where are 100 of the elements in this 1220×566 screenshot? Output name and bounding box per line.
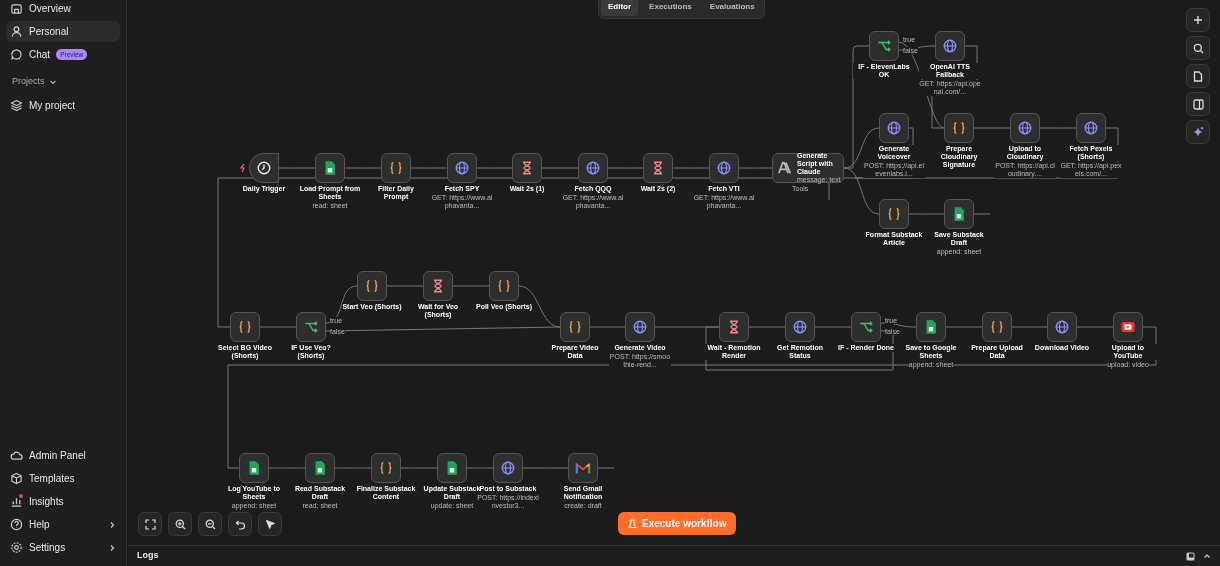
workflow-node[interactable]	[357, 271, 387, 301]
workflow-node[interactable]	[916, 312, 946, 342]
workflow-node[interactable]	[935, 31, 965, 61]
workflow-node[interactable]	[944, 199, 974, 229]
workflow-node[interactable]	[239, 453, 269, 483]
workflow-node[interactable]	[381, 153, 411, 183]
search-button[interactable]	[1186, 36, 1210, 60]
search-icon	[1192, 42, 1204, 54]
cloud-icon	[10, 449, 23, 462]
chat-icon	[10, 48, 23, 61]
envelope-m-icon	[575, 460, 591, 476]
braces-icon	[886, 206, 902, 222]
workflow-node[interactable]	[568, 453, 598, 483]
zoom-in-button[interactable]	[168, 512, 192, 536]
workflow-node[interactable]	[371, 453, 401, 483]
workflow-node[interactable]	[1113, 312, 1143, 342]
chevron-up-icon[interactable]	[1203, 552, 1211, 560]
view-tab[interactable]: Executions	[642, 0, 699, 16]
workflow-node[interactable]	[709, 153, 739, 183]
fit-view-button[interactable]	[138, 512, 162, 536]
project-item[interactable]: My project	[6, 95, 120, 116]
pop-out-icon[interactable]	[1186, 551, 1195, 561]
workflow-node[interactable]	[315, 153, 345, 183]
workflow-node[interactable]	[437, 453, 467, 483]
workflow-node[interactable]	[560, 312, 590, 342]
fit-view-icon	[144, 518, 156, 530]
globe-icon	[632, 319, 648, 335]
workflow-node[interactable]	[982, 312, 1012, 342]
cursor-icon	[264, 518, 276, 530]
braces-icon	[364, 278, 380, 294]
branch-arrows-icon	[876, 38, 892, 54]
braces-icon	[989, 319, 1005, 335]
document-icon	[1193, 70, 1203, 82]
sidebar-item[interactable]: Settings	[6, 537, 120, 558]
workflow-node[interactable]	[785, 312, 815, 342]
sparkle-icon	[1192, 126, 1204, 138]
globe-icon	[585, 160, 601, 176]
chevron-down-icon[interactable]	[48, 78, 57, 86]
sticky-note-button[interactable]	[1186, 64, 1210, 88]
pointer-tool-button[interactable]	[258, 512, 282, 536]
logs-title[interactable]: Logs	[137, 549, 159, 563]
home-icon	[10, 2, 23, 15]
branch-arrows-icon	[303, 319, 319, 335]
sidebar-item[interactable]: Templates	[6, 468, 120, 489]
braces-icon	[388, 160, 404, 176]
side-panel-icon	[1192, 98, 1204, 110]
chart-icon	[10, 495, 23, 508]
chevron-right-icon	[108, 520, 116, 529]
workflow-node[interactable]	[230, 312, 260, 342]
sidebar-item[interactable]: Overview	[6, 0, 120, 19]
workflow-node[interactable]	[512, 153, 542, 183]
workflow-node[interactable]	[249, 153, 279, 183]
workflow-node[interactable]	[719, 312, 749, 342]
view-tab[interactable]: Editor	[601, 0, 639, 16]
workflow-node[interactable]	[643, 153, 673, 183]
workflow-node[interactable]	[869, 31, 899, 61]
workflow-node[interactable]	[489, 271, 519, 301]
zoom-out-button[interactable]	[198, 512, 222, 536]
workflow-node[interactable]	[851, 312, 881, 342]
workflow-node[interactable]	[879, 199, 909, 229]
ai-assistant-button[interactable]	[1186, 120, 1210, 144]
panel-toggle-button[interactable]	[1186, 92, 1210, 116]
globe-icon	[1083, 120, 1099, 136]
sidebar-item[interactable]: Personal	[6, 21, 120, 42]
view-tab[interactable]: Evaluations	[702, 0, 762, 16]
undo-icon	[234, 518, 246, 530]
braces-icon	[496, 278, 512, 294]
globe-icon	[1017, 120, 1033, 136]
user-icon	[10, 25, 23, 38]
globe-icon	[942, 38, 958, 54]
zoom-in-icon	[174, 518, 186, 530]
workflow-node[interactable]	[625, 312, 655, 342]
help-icon	[10, 518, 23, 531]
workflow-node[interactable]	[879, 113, 909, 143]
chevron-right-icon	[108, 543, 116, 552]
workflow-node[interactable]	[447, 153, 477, 183]
workflow-node[interactable]	[578, 153, 608, 183]
braces-icon	[378, 460, 394, 476]
box-icon	[10, 472, 23, 485]
workflow-node[interactable]	[1010, 113, 1040, 143]
braces-icon	[951, 120, 967, 136]
clock-icon	[256, 160, 272, 176]
workflow-node[interactable]	[296, 312, 326, 342]
workflow-node[interactable]	[944, 113, 974, 143]
globe-icon	[886, 120, 902, 136]
globe-icon	[792, 319, 808, 335]
workflow-node[interactable]	[305, 453, 335, 483]
workflow-node[interactable]	[423, 271, 453, 301]
sidebar-item[interactable]: Help	[6, 514, 120, 535]
globe-icon	[1054, 319, 1070, 335]
sidebar-item[interactable]: Admin Panel	[6, 445, 120, 466]
workflow-node[interactable]	[1076, 113, 1106, 143]
add-node-button[interactable]	[1186, 8, 1210, 32]
workflow-node[interactable]	[493, 453, 523, 483]
sidebar-item[interactable]: Insights	[6, 491, 120, 512]
ai-logo-icon	[777, 160, 793, 176]
globe-icon	[716, 160, 732, 176]
undo-button[interactable]	[228, 512, 252, 536]
branch-arrows-icon	[858, 319, 874, 335]
workflow-node[interactable]	[1047, 312, 1077, 342]
